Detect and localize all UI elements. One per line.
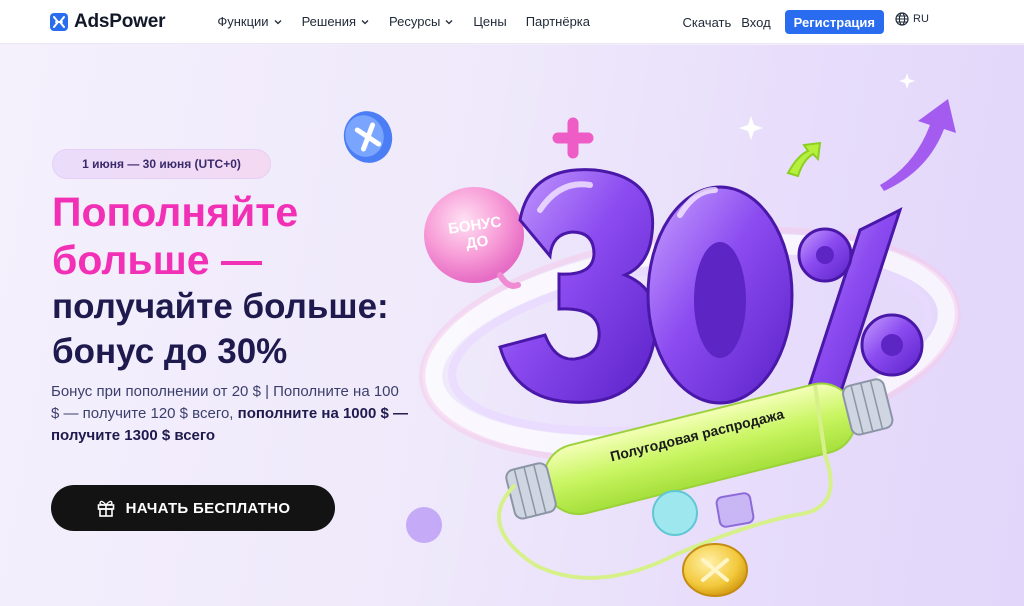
hero-description: Бонус при пополнении от 20 $ | Пополните… — [51, 381, 411, 447]
balloon-30-percent — [498, 168, 924, 448]
adspower-logo-icon — [50, 12, 68, 31]
menu-item-features[interactable]: Функции — [217, 14, 282, 29]
chevron-down-icon — [361, 19, 369, 24]
tube-label: Полугодовая распродажа — [608, 405, 786, 465]
brand-name: AdsPower — [74, 10, 166, 32]
menu-item-affiliate[interactable]: Партнёрка — [526, 14, 590, 29]
main-menu: Функции Решения Ресурсы Цены Партнёрка — [217, 14, 590, 29]
chevron-down-icon — [445, 19, 453, 24]
menu-item-label: Ресурсы — [389, 14, 441, 29]
headline-line-3: получайте больше: — [52, 287, 389, 326]
promo-hero: БОНУС ДО Полугодовая распродажа 1 июня —… — [0, 45, 1024, 606]
language-switcher[interactable]: RU — [895, 12, 929, 26]
gift-icon — [97, 500, 114, 517]
download-link[interactable]: Скачать — [683, 15, 732, 30]
menu-item-label: Решения — [301, 14, 357, 29]
start-free-button[interactable]: НАЧАТЬ БЕСПЛАТНО — [51, 485, 335, 531]
chevron-down-icon — [274, 19, 282, 24]
headline-line-4: бонус до 30% — [52, 332, 288, 371]
language-label: RU — [913, 13, 929, 25]
start-free-label: НАЧАТЬ БЕСПЛАТНО — [125, 499, 291, 517]
menu-item-solutions[interactable]: Решения — [302, 14, 370, 29]
menu-item-label: Партнёрка — [525, 14, 591, 29]
register-button[interactable]: Регистрация — [784, 10, 884, 34]
hero-headline: Пополняйте больше — получайте больше: бо… — [52, 188, 472, 374]
menu-item-label: Цены — [473, 14, 507, 29]
nav-actions: Скачать Вход Регистрация — [683, 0, 884, 44]
top-nav: AdsPower Функции Решения Ресурсы Цены Па… — [0, 0, 1024, 44]
menu-item-label: Функции — [217, 14, 269, 29]
headline-line-1: Пополняйте — [52, 189, 299, 235]
menu-item-resources[interactable]: Ресурсы — [389, 14, 454, 29]
logo[interactable]: AdsPower — [50, 10, 166, 33]
login-link[interactable]: Вход — [741, 15, 770, 30]
headline-line-2: больше — — [52, 237, 262, 283]
date-range-pill: 1 июня — 30 июня (UTC+0) — [52, 149, 271, 179]
globe-icon — [895, 12, 909, 26]
menu-item-pricing[interactable]: Цены — [473, 14, 506, 29]
